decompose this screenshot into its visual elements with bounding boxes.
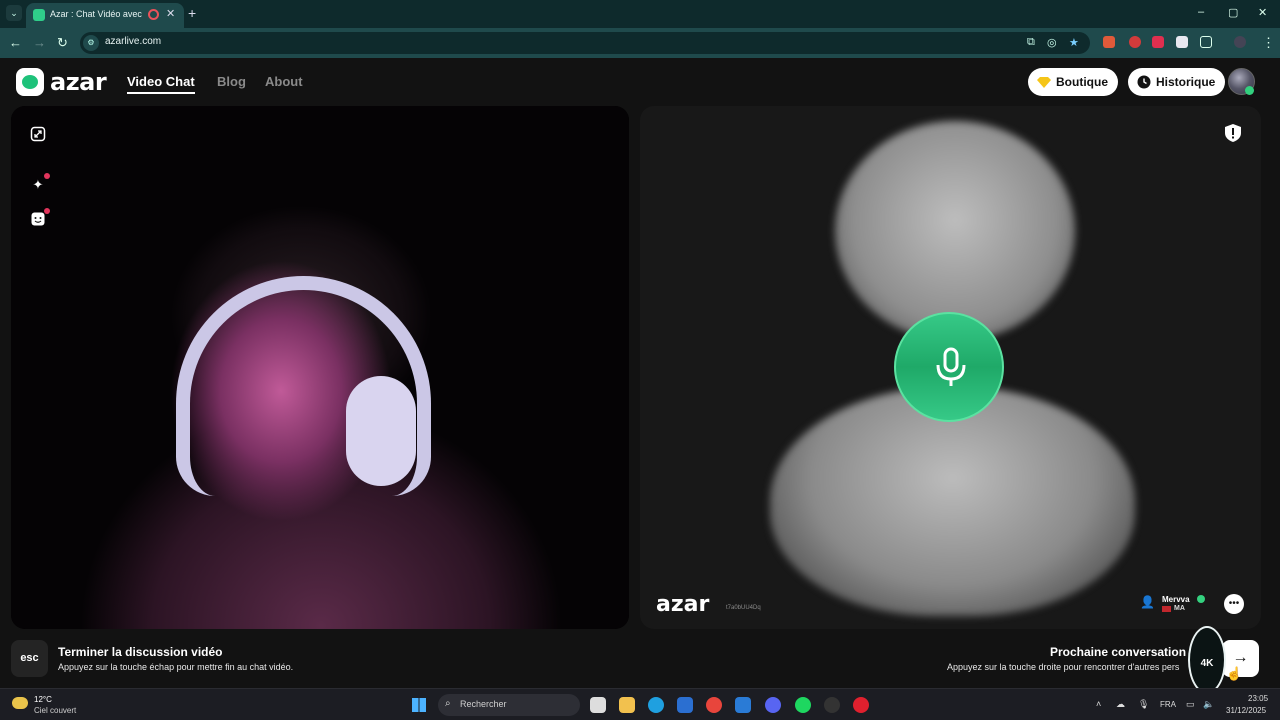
badge-text: 4K xyxy=(1200,658,1214,669)
minimize-video-icon[interactable] xyxy=(30,126,46,142)
esc-key-button[interactable]: esc xyxy=(11,640,48,677)
nav-blog[interactable]: Blog xyxy=(217,74,246,89)
mouse-cursor-icon: ☝ xyxy=(1226,666,1243,681)
eye-off-icon[interactable]: ◎ xyxy=(1047,36,1057,49)
chat-bubble-button[interactable]: ••• xyxy=(1224,594,1244,614)
site-info-icon[interactable]: ⚙ xyxy=(83,35,99,51)
tab-close-icon[interactable]: ✕ xyxy=(166,7,175,20)
report-shield-icon[interactable] xyxy=(1225,124,1241,142)
historique-button[interactable]: Historique xyxy=(1128,68,1226,96)
boutique-button[interactable]: Boutique xyxy=(1028,68,1118,96)
notification-dot xyxy=(44,173,50,179)
language-indicator[interactable]: FRA xyxy=(1160,700,1176,709)
voice-only-indicator xyxy=(894,312,1004,422)
weather-description[interactable]: Ciel couvert xyxy=(34,706,76,715)
search-placeholder: Rechercher xyxy=(460,699,507,709)
extension-icon[interactable] xyxy=(1129,36,1141,48)
partner-country: MA xyxy=(1174,605,1185,612)
extension-icon[interactable] xyxy=(1176,36,1188,48)
nav-about[interactable]: About xyxy=(265,74,303,89)
microphone-icon xyxy=(936,347,966,386)
maximize-button[interactable]: ▢ xyxy=(1228,6,1238,19)
tab-search-icon[interactable]: ⌄ xyxy=(6,5,22,21)
clock-icon xyxy=(1137,75,1151,89)
reload-icon[interactable]: ↻ xyxy=(57,35,68,51)
forward-icon[interactable]: → xyxy=(33,35,46,50)
profile-avatar[interactable] xyxy=(1234,36,1246,48)
search-icon: ⌕ xyxy=(445,698,451,709)
historique-label: Historique xyxy=(1156,75,1216,89)
online-status-dot xyxy=(1245,86,1254,95)
partner-name[interactable]: Mervva xyxy=(1162,595,1190,604)
edge-icon[interactable] xyxy=(648,697,664,713)
tab-title: Azar : Chat Vidéo avec de n xyxy=(50,9,142,19)
windows-start-icon[interactable] xyxy=(412,698,426,712)
partner-avatar-icon[interactable]: 👤 xyxy=(1140,595,1155,611)
file-explorer-icon[interactable] xyxy=(619,697,635,713)
effects-sparkle-icon[interactable]: ✦ xyxy=(30,177,46,193)
clock-time[interactable]: 23:05 xyxy=(1248,694,1268,703)
back-icon[interactable]: ← xyxy=(9,35,22,50)
address-bar[interactable]: ⚙ azarlive.com ⧉ ◎ ★ xyxy=(80,32,1090,54)
next-chat-title: Prochaine conversation v xyxy=(1050,645,1197,659)
azar-favicon-icon xyxy=(33,9,45,21)
more-menu-icon[interactable]: ⋮ xyxy=(1262,35,1275,51)
azar-logo-icon[interactable] xyxy=(16,68,44,96)
bookmark-star-icon[interactable]: ★ xyxy=(1069,36,1079,49)
boutique-label: Boutique xyxy=(1056,75,1108,89)
gem-icon xyxy=(1037,77,1051,88)
extensions-puzzle-icon[interactable] xyxy=(1200,36,1212,48)
camera-subject xyxy=(346,376,416,486)
app-icon[interactable] xyxy=(853,697,869,713)
azar-wordmark[interactable]: azar xyxy=(50,68,107,96)
discord-icon[interactable] xyxy=(765,697,781,713)
browser-toolbar: ← → ↻ ⚙ azarlive.com ⧉ ◎ ★ ⋮ xyxy=(0,28,1280,58)
weather-temperature[interactable]: 12°C xyxy=(34,695,52,704)
nav-video-chat[interactable]: Video Chat xyxy=(127,74,195,94)
store-icon[interactable] xyxy=(677,697,693,713)
partner-video-panel: azar t7a0bUU4Dq 👤 Mervva MA ••• xyxy=(640,106,1261,629)
end-chat-hint: Appuyez sur la touche échap pour mettre … xyxy=(58,662,294,672)
taskbar-search[interactable]: ⌕ Rechercher xyxy=(438,694,580,716)
microphone-tray-icon[interactable]: 🎙 xyxy=(1138,699,1149,710)
minimize-button[interactable]: – xyxy=(1198,6,1204,18)
close-window-button[interactable]: ✕ xyxy=(1258,6,1267,19)
monitor-icon[interactable]: ▭ xyxy=(1186,699,1195,710)
install-app-icon[interactable]: ⧉ xyxy=(1027,36,1035,49)
browser-tab-bar: ⌄ Azar : Chat Vidéo avec de n ✕ + – ▢ ✕ xyxy=(0,0,1280,28)
chevron-up-icon[interactable]: ˄ xyxy=(1096,699,1101,709)
self-camera-feed xyxy=(11,106,629,629)
self-video-panel: ✦ xyxy=(11,106,629,629)
network-icon[interactable]: ☁ xyxy=(1116,699,1125,710)
cloud-sun-icon[interactable] xyxy=(12,697,28,709)
speaker-icon[interactable]: 🔈 xyxy=(1203,699,1214,710)
end-chat-title: Terminer la discussion vidéo xyxy=(58,645,223,659)
windows-taskbar: 12°C Ciel couvert ⌕ Rechercher ˄ ☁ 🎙 FRA… xyxy=(0,688,1280,720)
outlook-icon[interactable] xyxy=(735,697,751,713)
url-text: azarlive.com xyxy=(105,36,162,47)
recording-indicator-icon xyxy=(148,9,159,20)
session-id: t7a0bUU4Dq xyxy=(726,605,761,611)
browser-tab[interactable]: Azar : Chat Vidéo avec de n ✕ xyxy=(26,3,184,28)
new-tab-button[interactable]: + xyxy=(188,5,196,21)
extension-icon[interactable] xyxy=(1152,36,1164,48)
extension-icon[interactable] xyxy=(1103,36,1115,48)
face-filter-icon[interactable] xyxy=(30,212,46,228)
azar-watermark: azar xyxy=(656,592,710,617)
partner-placeholder-head xyxy=(835,121,1075,341)
phoenix-4k-logo: 4K xyxy=(1188,626,1226,694)
task-view-icon[interactable] xyxy=(590,697,606,713)
spotify-icon[interactable] xyxy=(795,697,811,713)
verified-icon xyxy=(1197,595,1205,603)
next-chat-hint: Appuyez sur la touche droite pour rencon… xyxy=(947,662,1180,672)
obs-icon[interactable] xyxy=(824,697,840,713)
clock-date[interactable]: 31/12/2025 xyxy=(1226,706,1266,715)
chrome-icon[interactable] xyxy=(706,697,722,713)
notification-dot xyxy=(44,208,50,214)
morocco-flag-icon xyxy=(1162,606,1171,612)
